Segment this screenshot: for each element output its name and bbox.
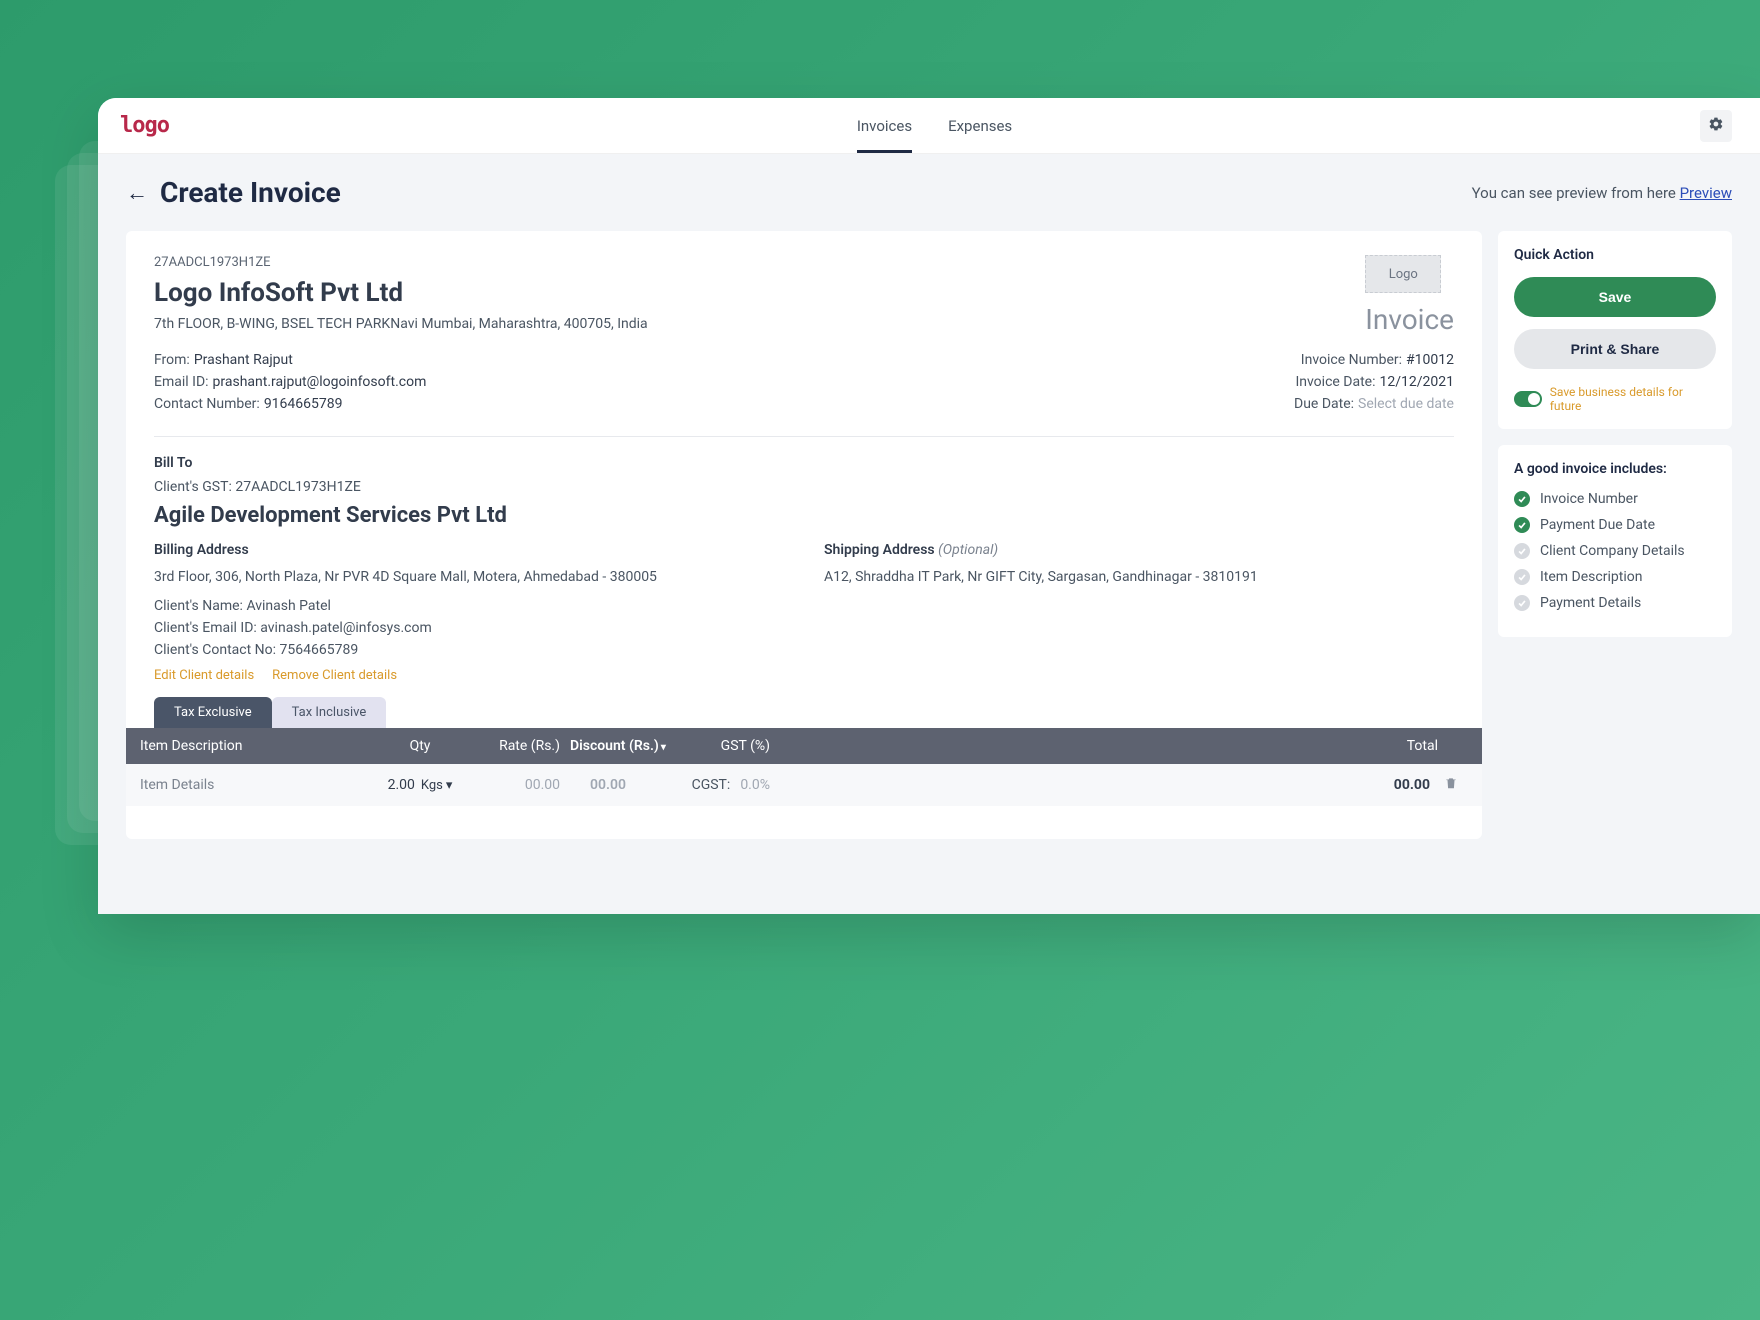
header-gst: GST (%) (670, 738, 770, 754)
chevron-down-icon: ▾ (446, 778, 453, 793)
checklist-item: Payment Due Date (1514, 517, 1716, 533)
item-discount-input[interactable]: 00.00 (560, 777, 670, 793)
check-done-icon (1514, 491, 1530, 507)
tax-inclusive-tab[interactable]: Tax Inclusive (272, 697, 387, 728)
page-head: ← Create Invoice You can see preview fro… (126, 176, 1732, 209)
chevron-down-icon: ▾ (661, 742, 666, 753)
brand-logo: logo (120, 113, 169, 138)
checklist-item-label: Payment Due Date (1540, 517, 1655, 533)
from-block: From:Prashant Rajput Email ID:prashant.r… (154, 352, 426, 418)
from-contact: 9164665789 (264, 396, 343, 412)
checklist-item: Client Company Details (1514, 543, 1716, 559)
shipping-address-text: A12, Shraddha IT Park, Nr GIFT City, Sar… (824, 566, 1454, 588)
client-email-label: Client's Email ID: (154, 620, 257, 636)
invoice-form-card: 27AADCL1973H1ZE Logo InfoSoft Pvt Ltd 7t… (126, 231, 1482, 839)
preview-prefix: You can see preview from here (1472, 184, 1676, 202)
trash-icon[interactable] (1444, 776, 1458, 794)
invoice-heading: Invoice (1365, 303, 1454, 336)
contact-label: Contact Number: (154, 396, 260, 412)
quick-action-card: Quick Action Save Print & Share Save bus… (1498, 231, 1732, 429)
item-qty-input[interactable]: 2.00 (388, 777, 415, 793)
gst-type-label: CGST: (692, 777, 731, 793)
quick-action-title: Quick Action (1514, 247, 1716, 263)
check-pending-icon (1514, 569, 1530, 585)
billing-address-title: Billing Address (154, 542, 784, 558)
from-label: From: (154, 352, 190, 368)
item-rate-input[interactable]: 00.00 (460, 777, 560, 793)
table-row: Item Details 2.00 Kgs ▾ 00.00 00.00 CGST… (126, 764, 1482, 806)
check-pending-icon (1514, 595, 1530, 611)
due-date-input[interactable]: Select due date (1358, 396, 1454, 412)
topbar: logo Invoices Expenses (98, 98, 1760, 154)
toggle-label: Save business details for future (1550, 385, 1716, 413)
checklist-item-label: Item Description (1540, 569, 1642, 585)
invoice-date: 12/12/2021 (1380, 374, 1455, 390)
company-name: Logo InfoSoft Pvt Ltd (154, 278, 648, 308)
due-date-label: Due Date: (1294, 396, 1354, 412)
client-phone: 7564665789 (280, 642, 359, 658)
checklist-item: Payment Details (1514, 595, 1716, 611)
client-company-name: Agile Development Services Pvt Ltd (154, 503, 1454, 528)
divider (154, 436, 1454, 437)
invoice-meta: Invoice Number:#10012 Invoice Date: 12/12… (1294, 352, 1454, 418)
item-desc-input[interactable]: Item Details (140, 777, 380, 793)
invoice-number: #10012 (1406, 352, 1454, 368)
email-label: Email ID: (154, 374, 209, 390)
preview-hint: You can see preview from here Preview (1472, 184, 1732, 202)
back-arrow-icon[interactable]: ← (126, 180, 148, 206)
client-phone-label: Client's Contact No: (154, 642, 276, 658)
shipping-address-title: Shipping Address (824, 542, 935, 558)
client-name-label: Client's Name: (154, 598, 243, 614)
print-share-button[interactable]: Print & Share (1514, 329, 1716, 369)
tax-exclusive-tab[interactable]: Tax Exclusive (154, 697, 272, 728)
from-email: prashant.rajput@logoinfosoft.com (213, 374, 427, 390)
client-gst-label: Client's GST: (154, 479, 232, 495)
logo-upload-box[interactable]: Logo (1365, 255, 1441, 293)
checklist-item-label: Client Company Details (1540, 543, 1685, 559)
invoice-date-label: Invoice Date: (1295, 374, 1375, 390)
invoice-number-label: Invoice Number: (1301, 352, 1402, 368)
from-name: Prashant Rajput (194, 352, 293, 368)
settings-button[interactable] (1700, 110, 1732, 142)
billing-address-text: 3rd Floor, 306, North Plaza, Nr PVR 4D S… (154, 566, 784, 588)
header-discount[interactable]: Discount (Rs.)▾ (560, 738, 670, 754)
checklist-card: A good invoice includes: Invoice Number P… (1498, 445, 1732, 637)
preview-link[interactable]: Preview (1680, 184, 1732, 202)
unit-select[interactable]: Kgs ▾ (421, 778, 453, 793)
item-total: 00.00 (1394, 777, 1430, 793)
client-email: avinash.patel@infosys.com (260, 620, 431, 636)
gear-icon (1708, 116, 1724, 136)
edit-client-link[interactable]: Edit Client details (154, 668, 254, 683)
gst-value-input[interactable]: 0.0% (740, 777, 770, 793)
check-done-icon (1514, 517, 1530, 533)
company-gst: 27AADCL1973H1ZE (154, 255, 648, 270)
checklist-item-label: Invoice Number (1540, 491, 1638, 507)
items-table-header: Item Description Qty Rate (Rs.) Discount… (126, 728, 1482, 764)
nav-tabs: Invoices Expenses (857, 98, 1012, 153)
save-button[interactable]: Save (1514, 277, 1716, 317)
checklist-item: Item Description (1514, 569, 1716, 585)
header-qty: Qty (380, 738, 460, 754)
checklist-item-label: Payment Details (1540, 595, 1641, 611)
tab-invoices[interactable]: Invoices (857, 98, 912, 153)
checklist-title: A good invoice includes: (1514, 461, 1716, 477)
app-window: logo Invoices Expenses ← Create Invoice … (98, 98, 1760, 914)
header-total: Total (770, 738, 1468, 754)
checklist-item: Invoice Number (1514, 491, 1716, 507)
remove-client-link[interactable]: Remove Client details (272, 668, 397, 683)
checklist: Invoice Number Payment Due Date Client Com… (1514, 491, 1716, 611)
page-body: ← Create Invoice You can see preview fro… (98, 154, 1760, 914)
bill-to-title: Bill To (154, 455, 1454, 471)
client-gst: 27AADCL1973H1ZE (235, 479, 361, 495)
header-rate: Rate (Rs.) (460, 738, 560, 754)
page-title: Create Invoice (160, 176, 341, 209)
shipping-optional: (Optional) (938, 542, 998, 558)
save-details-toggle[interactable] (1514, 391, 1542, 407)
company-address: 7th FLOOR, B-WING, BSEL TECH PARKNavi Mu… (154, 316, 648, 332)
header-desc: Item Description (140, 738, 380, 754)
tab-expenses[interactable]: Expenses (948, 98, 1012, 153)
client-name: Avinash Patel (246, 598, 331, 614)
check-pending-icon (1514, 543, 1530, 559)
